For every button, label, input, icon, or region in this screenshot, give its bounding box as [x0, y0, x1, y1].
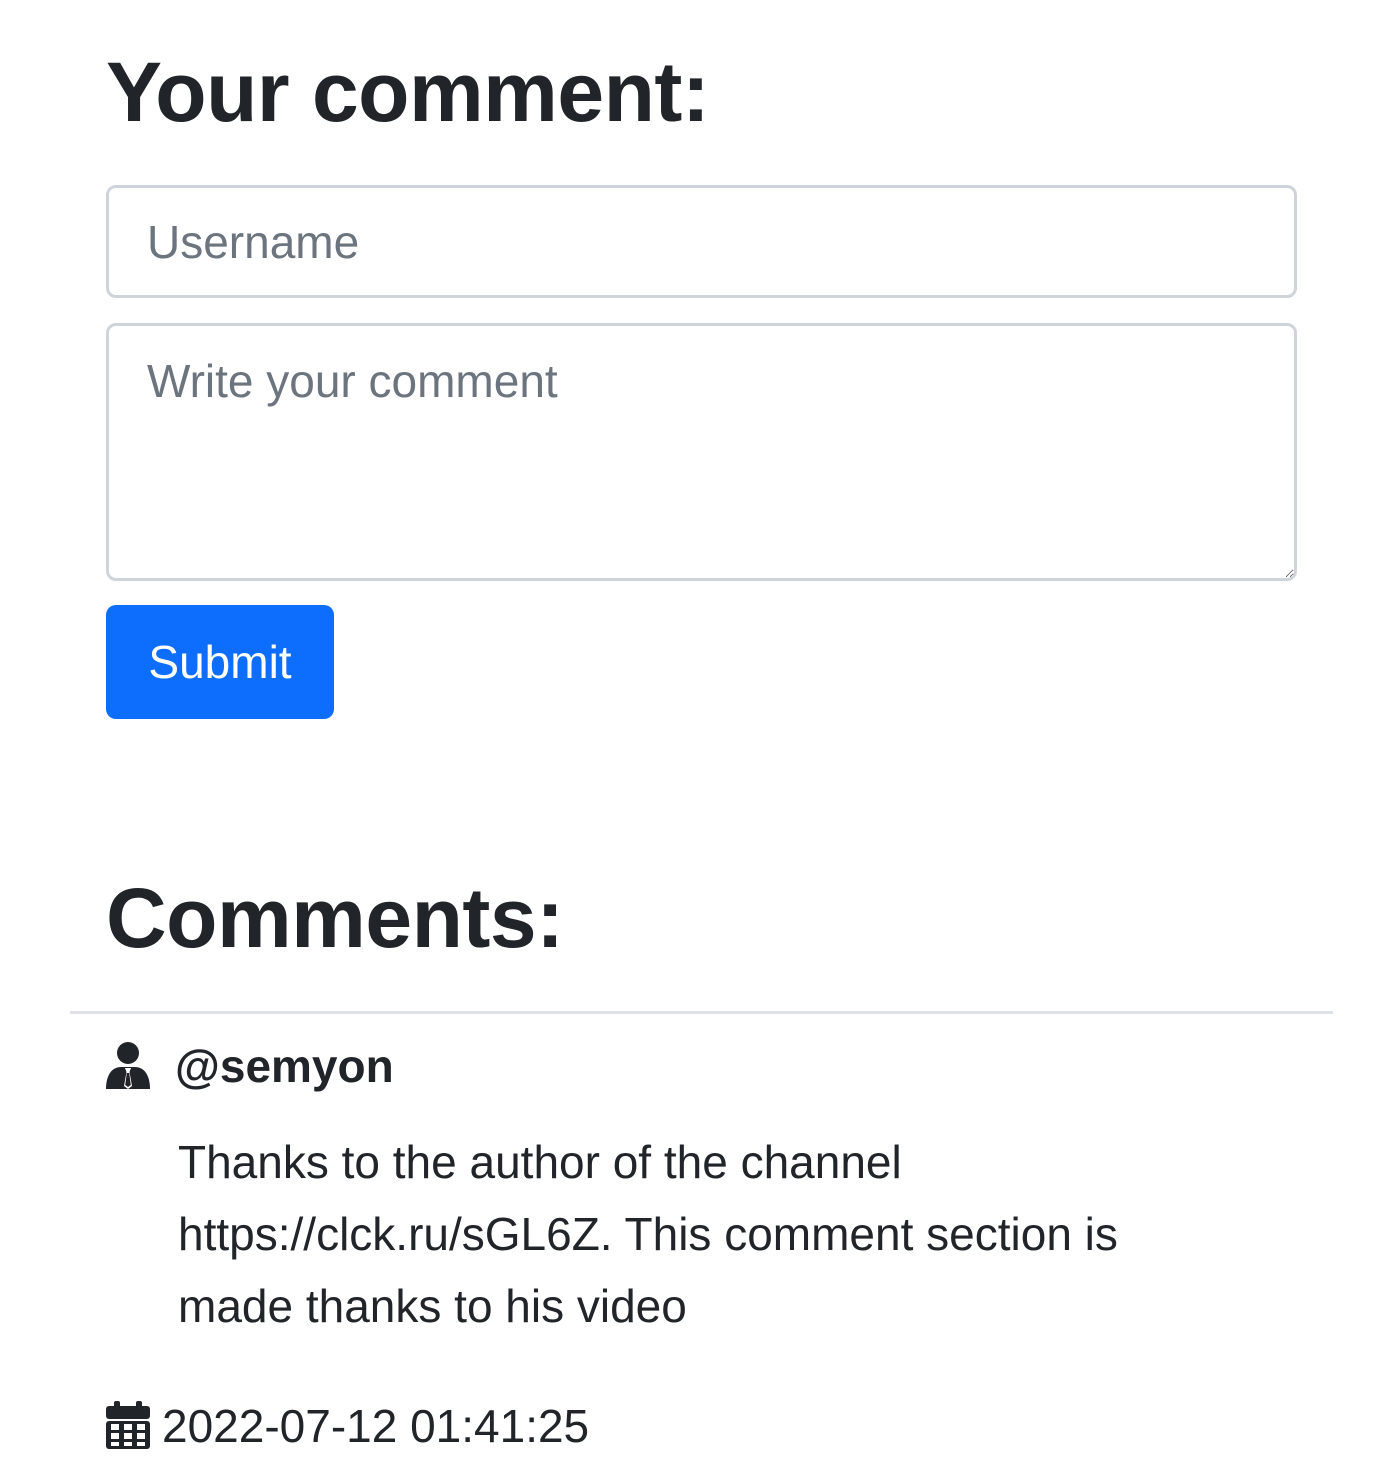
comment-textarea[interactable] — [106, 323, 1297, 581]
calendar-icon — [106, 1401, 150, 1449]
comment-username: @semyon — [175, 1040, 394, 1092]
username-input[interactable] — [106, 185, 1297, 298]
submit-button[interactable]: Submit — [106, 605, 334, 719]
page: Your comment: Submit Comments: @semyon T… — [0, 0, 1391, 1471]
comment-text: Thanks to the author of the channel http… — [178, 1136, 1118, 1332]
form-title: Your comment: — [106, 45, 710, 139]
comment-date: 2022-07-12 01:41:25 — [162, 1400, 590, 1452]
user-tie-icon — [106, 1042, 150, 1089]
comments-title: Comments: — [106, 871, 564, 965]
comments-divider — [70, 1011, 1333, 1014]
